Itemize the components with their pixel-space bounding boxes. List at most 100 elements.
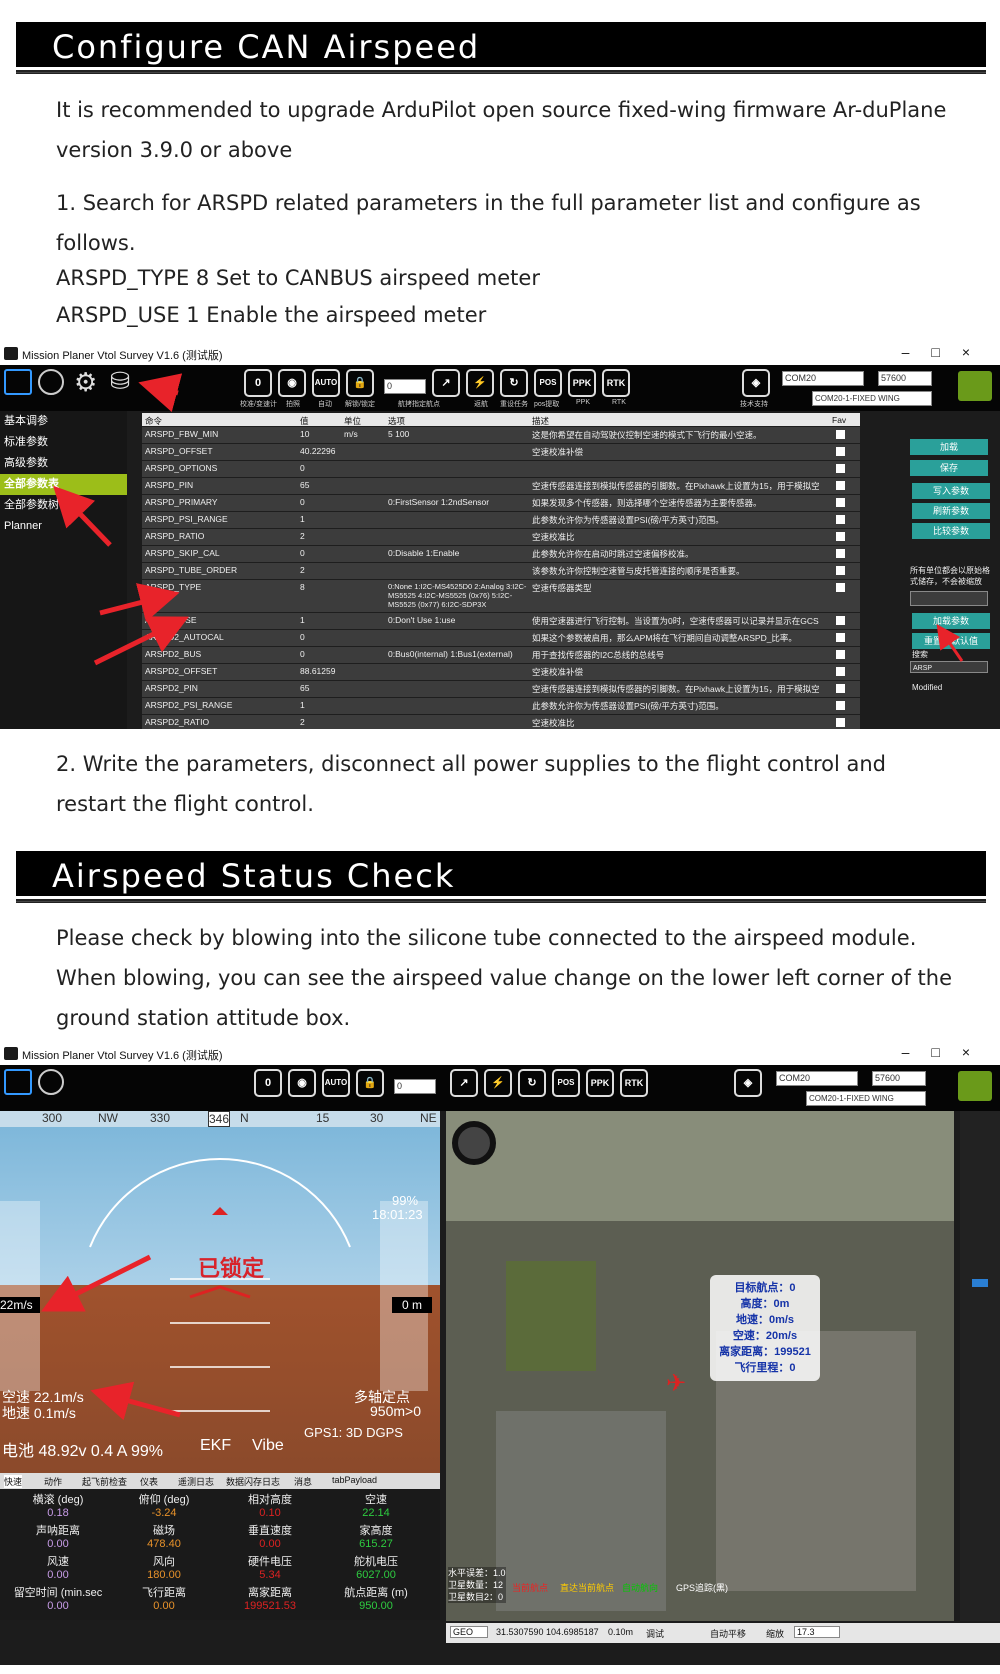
quick-item[interactable]: 离家距离 199521.53	[220, 1584, 320, 1612]
gps-line: 水平误差：1.0	[448, 1568, 506, 1578]
tab-preflight[interactable]: 起飞前检查	[82, 1475, 127, 1488]
tab-gauges[interactable]: 仪表	[140, 1475, 158, 1488]
zoom-slider[interactable]	[960, 1111, 1000, 1621]
quick-value: 0.18	[47, 1507, 69, 1519]
reset-mission-button[interactable]: ↻	[518, 1069, 546, 1097]
quick-value: 0.00	[259, 1538, 281, 1550]
quick-item[interactable]: 风速 0.00	[8, 1553, 108, 1581]
quick-value: 22.14	[362, 1507, 390, 1519]
quick-item[interactable]: 相对高度 0.10	[220, 1491, 320, 1519]
auto-button[interactable]: AUTO	[322, 1069, 350, 1097]
flight-data-icon[interactable]	[4, 1069, 32, 1095]
gps-info: 水平误差：1.0 卫星数量：12 卫星数目2：0	[448, 1567, 506, 1603]
toolbar: 0 ◉ AUTO 🔒 0 ↗ ⚡ ↻ POS PPK RTK ◈ COM20 5…	[0, 1065, 1000, 1111]
map-area	[446, 1111, 954, 1221]
map-type-select[interactable]: GEO	[450, 1626, 489, 1638]
support-button[interactable]: ◈	[734, 1069, 762, 1097]
tab-dataflash[interactable]: 数据闪存日志	[226, 1475, 280, 1488]
flight-plan-icon[interactable]	[38, 1069, 64, 1095]
quick-value: 615.27	[359, 1538, 393, 1550]
waypoint-select[interactable]: 0	[394, 1079, 436, 1094]
quick-item[interactable]: 硬件电压 5.34	[220, 1553, 320, 1581]
camera-button[interactable]: ◉	[288, 1069, 316, 1097]
map-dist: 0.10m	[608, 1627, 634, 1637]
quick-value: 0.00	[153, 1600, 175, 1612]
quick-item[interactable]: 飞行距离 0.00	[114, 1584, 214, 1612]
tab-tlogs[interactable]: 遥测日志	[178, 1475, 214, 1488]
window-controls[interactable]: –□×	[902, 1044, 992, 1060]
quick-item[interactable]: 留空时间 (min.sec 0.00	[8, 1584, 108, 1612]
app-logo-icon	[4, 1047, 18, 1060]
quick-label: 飞行距离	[142, 1587, 186, 1599]
section-header: Configure CAN Airspeed	[16, 22, 986, 70]
annotation-arrows	[41, 1254, 181, 1421]
calibrate-button[interactable]: 0	[254, 1069, 282, 1097]
quick-item[interactable]: 横滚 (deg) 0.18	[8, 1491, 108, 1519]
paragraph: It is recommended to upgrade ArduPilot o…	[56, 98, 947, 162]
connect-icon[interactable]	[958, 1071, 992, 1101]
link-select[interactable]: COM20-1-FIXED WING	[806, 1091, 926, 1106]
info-line: 高度：0m	[740, 1298, 790, 1310]
pos-button[interactable]: POS	[552, 1069, 580, 1097]
quick-value: -3.24	[151, 1507, 177, 1519]
rtk-button[interactable]: RTK	[620, 1069, 648, 1097]
section-title: Configure CAN Airspeed	[52, 28, 481, 66]
debug-checkbox[interactable]: 调试	[646, 1627, 664, 1640]
lock-button[interactable]: 🔒	[356, 1069, 384, 1097]
quick-value: 5.34	[259, 1569, 281, 1581]
zoom-input[interactable]: 17.3	[794, 1626, 840, 1638]
quick-item[interactable]: 舵机电压 6027.00	[326, 1553, 426, 1581]
map-info-box: 目标航点：0 高度：0m 地速：0m/s 空速：20m/s 离家距离：19952…	[710, 1275, 820, 1381]
baud-select[interactable]: 57600	[872, 1071, 926, 1086]
section-title: Airspeed Status Check	[52, 857, 456, 895]
red-arrow	[99, 583, 180, 622]
quick-value: 478.40	[147, 1538, 181, 1550]
quick-item[interactable]: 航点距离 (m) 950.00	[326, 1584, 426, 1612]
tab-payload[interactable]: tabPayload	[332, 1475, 377, 1485]
paragraph: ARSPD_USE 1 Enable the airspeed meter	[56, 303, 487, 327]
quick-item[interactable]: 风向 180.00	[114, 1553, 214, 1581]
aircraft-icon: ✈	[666, 1370, 687, 1397]
quick-label: 空速	[365, 1494, 387, 1506]
paragraph: Please check by blowing into the silicon…	[56, 926, 953, 1030]
quick-label: 留空时间 (min.sec	[13, 1587, 103, 1599]
quick-value: 0.00	[47, 1600, 69, 1612]
quick-item[interactable]: 磁场 478.40	[114, 1522, 214, 1550]
quick-value: 0.00	[47, 1538, 69, 1550]
map-compass-icon[interactable]	[452, 1121, 496, 1165]
info-line: 地速：0m/s	[735, 1314, 795, 1326]
quick-item[interactable]: 声呐距离 0.00	[8, 1522, 108, 1550]
map-coords: 31.5307590 104.6985187	[496, 1627, 599, 1637]
quick-label: 垂直速度	[248, 1525, 292, 1537]
red-arrow	[93, 616, 189, 666]
quick-item[interactable]: 家高度 615.27	[326, 1522, 426, 1550]
quick-value: 950.00	[359, 1600, 393, 1612]
quick-label: 风速	[47, 1556, 69, 1568]
quick-label: 声呐距离	[36, 1525, 80, 1537]
auto-heading-button[interactable]: 自动航向	[622, 1581, 658, 1594]
tab-messages[interactable]: 消息	[294, 1475, 312, 1488]
goto-button[interactable]: ↗	[450, 1069, 478, 1097]
param-screenshot: Mission Planer Vtol Survey V1.6 (测试版) –□…	[0, 343, 1000, 729]
map-view[interactable]: 目标航点：0 高度：0m 地速：0m/s 空速：20m/s 离家距离：19952…	[446, 1111, 954, 1621]
goto-wp-button[interactable]: 直达当前航点	[560, 1581, 614, 1594]
tab-quick[interactable]: 快速	[4, 1475, 23, 1488]
auto-pan-checkbox[interactable]: 自动平移	[710, 1627, 746, 1640]
red-arrow	[936, 624, 964, 662]
paragraph: ARSPD_TYPE 8 Set to CANBUS airspeed mete…	[56, 266, 540, 290]
quick-item[interactable]: 垂直速度 0.00	[220, 1522, 320, 1550]
current-wp-button[interactable]: 当前航点	[512, 1581, 548, 1594]
info-line: 飞行里程：0	[734, 1362, 796, 1374]
gps-line: 卫星数量：12	[448, 1580, 504, 1590]
quick-value: 199521.53	[244, 1600, 296, 1612]
zoom-handle[interactable]	[972, 1279, 988, 1287]
map-field	[506, 1261, 596, 1371]
tab-actions[interactable]: 动作	[44, 1475, 62, 1488]
quick-item[interactable]: 空速 22.14	[326, 1491, 426, 1519]
quick-item[interactable]: 俯仰 (deg) -3.24	[114, 1491, 214, 1519]
com-port-select[interactable]: COM20	[776, 1071, 858, 1086]
ppk-button[interactable]: PPK	[586, 1069, 614, 1097]
rtl-button[interactable]: ⚡	[484, 1069, 512, 1097]
gps-track-button[interactable]: GPS追踪(黑)	[676, 1581, 728, 1594]
quick-label: 相对高度	[248, 1494, 292, 1506]
